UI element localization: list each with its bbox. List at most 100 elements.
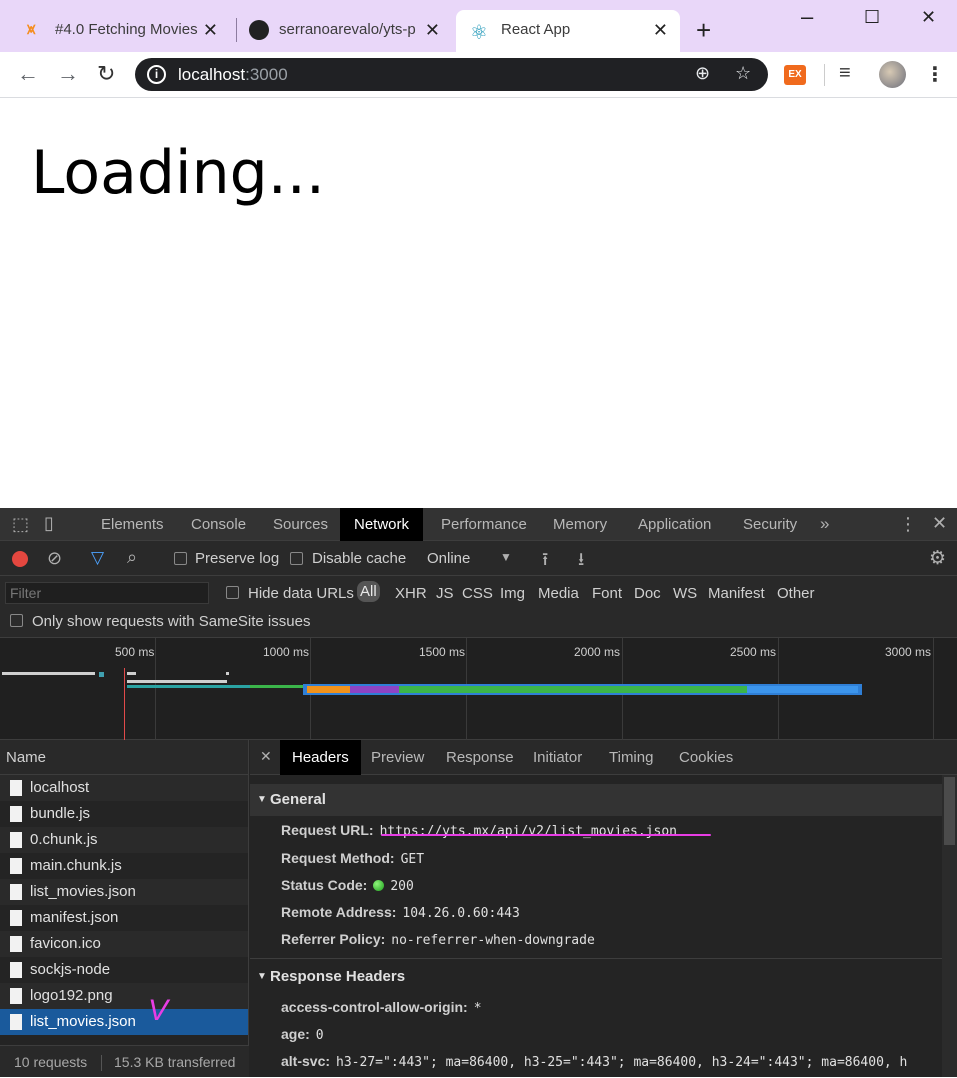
- import-har-icon[interactable]: ⭱: [542, 547, 548, 577]
- minimize-icon[interactable]: –: [801, 4, 813, 30]
- filter-icon[interactable]: ▽: [91, 548, 104, 568]
- response-headers-section-header[interactable]: ▼ Response Headers: [250, 961, 942, 993]
- section-divider: [250, 958, 942, 959]
- header-row-request-url: Request URL: https://yts.mx/api/v2/list_m…: [281, 822, 677, 839]
- filter-type-xhr[interactable]: XHR: [395, 585, 427, 602]
- request-detail-panel: ✕ Headers Preview Response Initiator Tim…: [250, 740, 957, 1077]
- browser-tab-react-app[interactable]: ⚛ React App ✕: [456, 10, 680, 52]
- tab-memory[interactable]: Memory: [553, 508, 607, 541]
- tab-preview[interactable]: Preview: [371, 740, 424, 775]
- request-row-list-movies-selected[interactable]: list_movies.json: [0, 1009, 248, 1035]
- browser-menu-icon[interactable]: ⋮: [925, 62, 945, 87]
- device-toolbar-icon[interactable]: ▯: [44, 513, 54, 534]
- filter-type-doc[interactable]: Doc: [634, 585, 661, 602]
- filter-type-media[interactable]: Media: [538, 585, 579, 602]
- tab-headers[interactable]: Headers: [280, 740, 361, 775]
- request-row-favicon[interactable]: favicon.ico: [0, 931, 248, 957]
- export-har-icon[interactable]: ⭳: [578, 547, 584, 577]
- request-row-localhost[interactable]: localhost: [0, 775, 248, 801]
- filter-type-ws[interactable]: WS: [673, 585, 697, 602]
- tab-sources[interactable]: Sources: [273, 508, 328, 541]
- scrollbar-thumb[interactable]: [944, 777, 955, 845]
- waterfall-segment: [747, 686, 858, 693]
- devtools-panel: ⬚ ▯ Elements Console Sources Network Per…: [0, 508, 957, 1077]
- close-tab-icon[interactable]: ✕: [425, 20, 440, 41]
- filter-type-all[interactable]: All: [357, 581, 380, 602]
- request-row-0-chunk[interactable]: 0.chunk.js: [0, 827, 248, 853]
- samesite-checkbox[interactable]: [10, 614, 23, 627]
- close-devtools-icon[interactable]: ✕: [932, 513, 947, 534]
- tab-timing[interactable]: Timing: [609, 740, 653, 775]
- network-overview-timeline[interactable]: 500 ms 1000 ms 1500 ms 2000 ms 2500 ms 3…: [0, 638, 957, 740]
- detail-scrollbar[interactable]: [942, 775, 957, 1077]
- filter-type-other[interactable]: Other: [777, 585, 815, 602]
- filter-type-css[interactable]: CSS: [462, 585, 493, 602]
- gear-icon[interactable]: ⚙: [929, 547, 946, 570]
- forward-icon[interactable]: →: [57, 61, 79, 87]
- url-text: localhost:3000: [178, 65, 288, 85]
- close-detail-icon[interactable]: ✕: [260, 748, 272, 765]
- file-icon: [10, 780, 22, 796]
- tab-console[interactable]: Console: [191, 508, 246, 541]
- header-key: access-control-allow-origin:: [281, 999, 468, 1015]
- loading-text: Loading...: [31, 138, 325, 208]
- filter-type-manifest[interactable]: Manifest: [708, 585, 765, 602]
- filter-type-js[interactable]: JS: [436, 585, 454, 602]
- record-icon[interactable]: [12, 551, 28, 567]
- url-host: localhost: [178, 65, 246, 84]
- tab-title: serranoarevalo/yts-p: [279, 21, 416, 38]
- clear-icon[interactable]: ⊘: [47, 548, 62, 569]
- request-row-list-movies[interactable]: list_movies.json: [0, 879, 248, 905]
- site-info-icon[interactable]: i: [147, 65, 166, 84]
- file-icon: [10, 910, 22, 926]
- filter-type-img[interactable]: Img: [500, 585, 525, 602]
- filter-input[interactable]: Filter: [5, 582, 209, 604]
- toolbar-separator: [824, 64, 825, 86]
- tab-performance[interactable]: Performance: [441, 508, 527, 541]
- address-bar[interactable]: i localhost:3000 ⊕ ☆: [135, 58, 768, 91]
- bookmark-star-icon[interactable]: ☆: [735, 63, 751, 84]
- new-tab-icon[interactable]: +: [696, 17, 711, 43]
- hide-data-urls-checkbox[interactable]: [226, 586, 239, 599]
- disable-cache-checkbox[interactable]: [290, 552, 303, 565]
- chevron-down-icon[interactable]: ▼: [500, 550, 512, 564]
- browser-tab-fetching-movies[interactable]: ⩙ #4.0 Fetching Movies ✕: [18, 10, 230, 52]
- maximize-icon[interactable]: ☐: [864, 7, 880, 28]
- devtools-menu-icon[interactable]: ⋮: [899, 514, 917, 535]
- throttling-select[interactable]: Online: [427, 550, 470, 567]
- request-row-sockjs[interactable]: sockjs-node: [0, 957, 248, 983]
- request-row-logo192[interactable]: logo192.png: [0, 983, 248, 1009]
- tab-security[interactable]: Security: [743, 508, 797, 541]
- preserve-log-checkbox[interactable]: [174, 552, 187, 565]
- close-window-icon[interactable]: ✕: [921, 7, 936, 28]
- tab-network[interactable]: Network: [340, 508, 424, 541]
- request-row-manifest[interactable]: manifest.json: [0, 905, 248, 931]
- tab-response[interactable]: Response: [446, 740, 514, 775]
- extension-icon[interactable]: EX: [784, 65, 806, 85]
- inspect-element-icon[interactable]: ⬚: [12, 514, 29, 535]
- timeline-label: 3000 ms: [885, 645, 932, 659]
- close-tab-icon[interactable]: ✕: [203, 20, 218, 41]
- request-row-bundle[interactable]: bundle.js: [0, 801, 248, 827]
- header-value: *: [473, 1001, 482, 1016]
- tab-initiator[interactable]: Initiator: [533, 740, 582, 775]
- timeline-gridline: [933, 638, 934, 740]
- back-icon[interactable]: ←: [17, 61, 39, 87]
- reload-icon[interactable]: ↻: [97, 61, 115, 87]
- waterfall-bar: [250, 685, 305, 688]
- header-key: alt-svc:: [281, 1053, 331, 1069]
- more-tabs-icon[interactable]: »: [820, 514, 829, 534]
- tab-application[interactable]: Application: [638, 508, 711, 541]
- profile-avatar[interactable]: [879, 61, 906, 88]
- browser-tab-github[interactable]: serranoarevalo/yts-p ✕: [240, 10, 452, 52]
- media-queue-icon[interactable]: ≡: [839, 62, 851, 85]
- name-column-header[interactable]: Name: [0, 740, 248, 775]
- zoom-icon[interactable]: ⊕: [695, 63, 710, 84]
- filter-type-font[interactable]: Font: [592, 585, 622, 602]
- close-tab-icon[interactable]: ✕: [653, 20, 668, 41]
- general-section-header[interactable]: ▼ General: [250, 784, 942, 816]
- tab-cookies[interactable]: Cookies: [679, 740, 733, 775]
- search-icon[interactable]: ⌕: [127, 547, 137, 568]
- tab-elements[interactable]: Elements: [101, 508, 164, 541]
- request-row-main-chunk[interactable]: main.chunk.js: [0, 853, 248, 879]
